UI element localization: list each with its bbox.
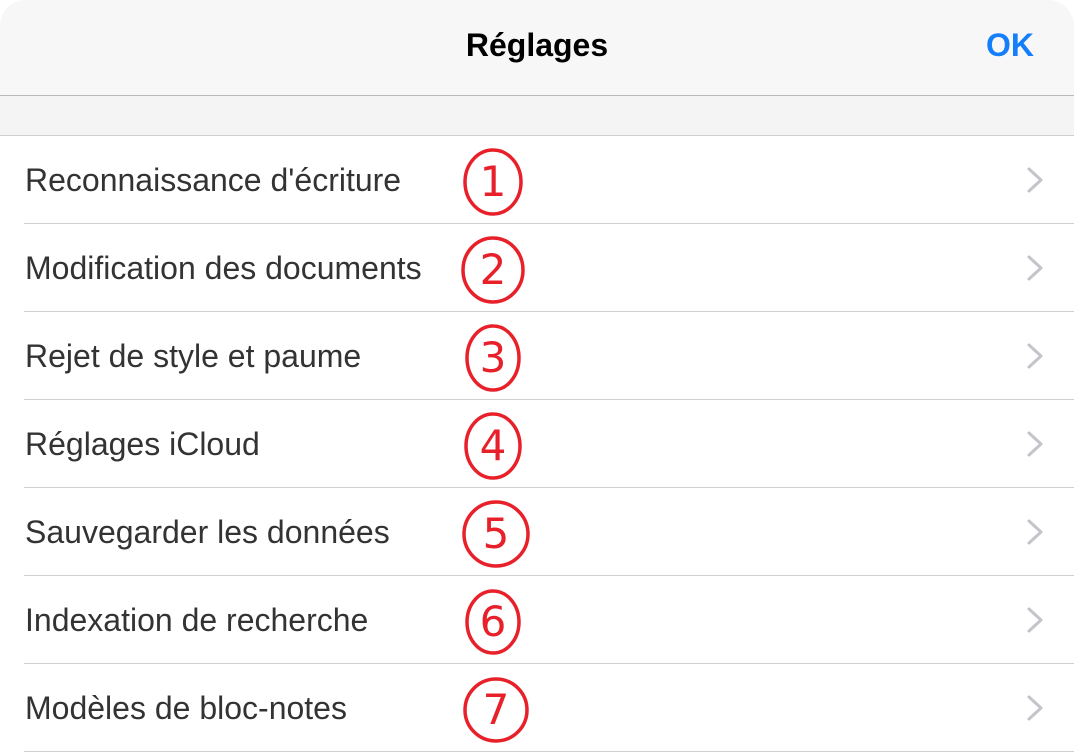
annotation-number-2: 2 <box>461 236 525 304</box>
settings-row-backup-data[interactable]: Sauvegarder les données 5 <box>0 488 1074 576</box>
annotation-number-7: 7 <box>463 677 529 743</box>
svg-text:7: 7 <box>483 685 510 734</box>
svg-text:6: 6 <box>480 597 507 646</box>
section-separator <box>0 96 1074 136</box>
chevron-right-icon <box>1027 607 1043 633</box>
chevron-right-icon <box>1027 695 1043 721</box>
settings-row-notebook-templates[interactable]: Modèles de bloc-notes 7 <box>0 664 1074 752</box>
annotation-number-6: 6 <box>465 589 521 655</box>
settings-row-label: Modification des documents <box>25 250 422 286</box>
annotation-number-5: 5 <box>462 500 530 568</box>
svg-text:4: 4 <box>480 421 507 470</box>
chevron-right-icon <box>1027 431 1043 457</box>
settings-row-document-editing[interactable]: Modification des documents 2 <box>0 224 1074 312</box>
ok-button[interactable]: OK <box>986 27 1034 64</box>
settings-row-label: Réglages iCloud <box>25 426 260 462</box>
chevron-right-icon <box>1027 255 1043 281</box>
settings-row-handwriting-recognition[interactable]: Reconnaissance d'écriture 1 <box>0 136 1074 224</box>
annotation-number-1: 1 <box>463 148 523 216</box>
chevron-right-icon <box>1027 167 1043 193</box>
settings-sheet: Réglages OK Reconnaissance d'écriture 1 … <box>0 0 1074 755</box>
settings-row-icloud-settings[interactable]: Réglages iCloud 4 <box>0 400 1074 488</box>
settings-row-search-indexing[interactable]: Indexation de recherche 6 <box>0 576 1074 664</box>
chevron-right-icon <box>1027 519 1043 545</box>
navigation-bar: Réglages OK <box>0 0 1074 96</box>
svg-text:2: 2 <box>480 245 507 294</box>
svg-text:1: 1 <box>480 157 507 206</box>
chevron-right-icon <box>1027 343 1043 369</box>
settings-row-label: Sauvegarder les données <box>25 514 390 550</box>
annotation-number-4: 4 <box>464 412 522 480</box>
page-title: Réglages <box>465 27 609 63</box>
settings-row-label: Reconnaissance d'écriture <box>25 162 402 198</box>
settings-row-label: Rejet de style et paume <box>25 338 362 374</box>
settings-row-label: Indexation de recherche <box>25 602 369 638</box>
settings-row-label: Modèles de bloc-notes <box>25 690 347 726</box>
svg-text:3: 3 <box>480 333 507 382</box>
settings-list: Reconnaissance d'écriture 1 Modification… <box>0 136 1074 752</box>
svg-text:5: 5 <box>483 509 510 558</box>
annotation-number-3: 3 <box>465 324 521 392</box>
settings-row-stylus-palm-rejection[interactable]: Rejet de style et paume 3 <box>0 312 1074 400</box>
